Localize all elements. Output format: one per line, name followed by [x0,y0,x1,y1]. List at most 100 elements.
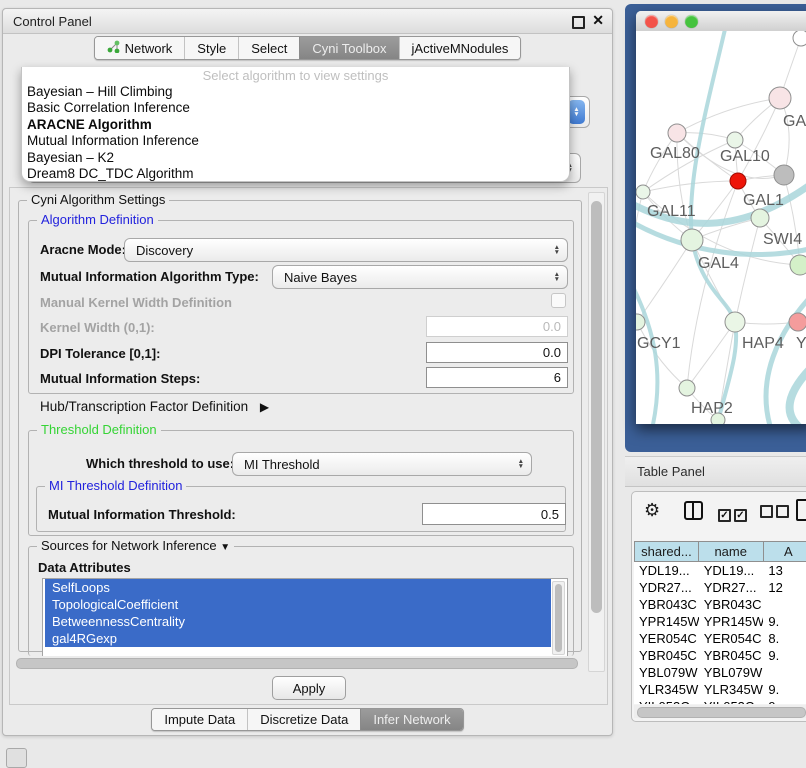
combo-value: Naive Bayes [284,270,357,285]
data-attribute-item[interactable]: TopologicalCoefficient [45,596,551,613]
mi-steps-field[interactable]: 6 [426,367,568,388]
network-node[interactable] [793,31,806,46]
which-threshold-combo[interactable]: MI Threshold ▲▼ [232,452,532,476]
hub-definition-disclosure[interactable]: Hub/Transcription Factor Definition ▶ [40,399,269,414]
tab-select[interactable]: Select [238,37,299,59]
network-node[interactable] [769,87,791,109]
table-column-header[interactable]: shared... [634,541,699,562]
settings-horizontal-scrollbar[interactable] [12,656,586,670]
network-node-label: GCY1 [637,335,681,352]
data-attribute-item[interactable]: SelfLoops [45,579,551,596]
table-cell: 9 [763,698,806,704]
network-node[interactable] [774,165,794,185]
algorithm-option[interactable]: ARACNE Algorithm [22,116,569,133]
edit-table-icon[interactable] [796,499,806,521]
table-cell: YDR27... [634,579,699,596]
algorithm-option[interactable]: Bayesian – K2 [22,149,569,166]
float-window-icon[interactable] [572,16,585,29]
collapsed-panel-button[interactable] [6,748,27,768]
aracne-mode-combo[interactable]: Discovery ▲▼ [124,238,568,262]
algorithm-option[interactable]: Mutual Information Inference [22,133,569,150]
table-row[interactable]: YPR145WYPR145W9. [634,613,806,630]
tab-discretize-data[interactable]: Discretize Data [247,709,360,730]
table-row[interactable]: YER054CYER054C8. [634,630,806,647]
aracne-mode-label: Aracne Mode: [40,242,126,257]
network-node[interactable] [751,209,769,227]
settings-vertical-scrollbar-thumb[interactable] [591,201,602,613]
table-cell: 9. [763,647,806,664]
network-edge-highlighted [790,361,806,424]
column-divider [692,503,694,518]
close-traffic-light[interactable] [645,15,658,28]
table-cell: YDR27... [699,579,764,596]
table-cell [763,596,806,613]
settings-vertical-scrollbar[interactable] [588,192,605,672]
network-node[interactable] [730,173,746,189]
algorithm-option[interactable]: Dream8 DC_TDC Algorithm [22,166,569,183]
minimize-traffic-light[interactable] [665,15,678,28]
network-node[interactable] [668,124,686,142]
table-row[interactable]: YLR345WYLR345W9. [634,681,806,698]
disclosure-right-icon: ▶ [260,400,269,414]
network-edge [637,322,687,388]
algorithm-option[interactable]: Bayesian – Hill Climbing [22,83,569,100]
deselect-all-icon[interactable] [760,505,789,523]
algorithm-dropdown-popup: Select algorithm to view settings Bayesi… [21,67,570,182]
combo-arrows-icon: ▲▼ [554,272,560,282]
network-canvas[interactable]: GALGAL80GAL10GAL11GAL1SWI4GAL4GCY1HAP4YH… [636,31,806,424]
table-row[interactable]: YIL053CYIL053C9 [634,698,806,704]
close-icon[interactable]: ✕ [592,12,604,29]
select-all-icon[interactable]: ✓✓ [718,505,747,523]
table-row[interactable]: YBL079WYBL079W [634,664,806,681]
manual-kernel-width-checkbox[interactable] [551,293,566,308]
disclosure-down-icon: ▼ [220,542,230,553]
network-node[interactable] [681,229,703,251]
algorithm-option[interactable]: Basic Correlation Inference [22,100,569,117]
table-row[interactable]: YDL19...YDL19...13 [634,562,806,579]
table-horizontal-scrollbar[interactable] [634,705,806,718]
mi-algorithm-type-combo[interactable]: Naive Bayes ▲▼ [272,265,568,289]
column-layout-icon[interactable] [684,501,703,520]
table-body: YDL19...YDL19...13YDR27...YDR27...12YBR0… [634,562,806,704]
sources-disclosure[interactable]: Sources for Network Inference ▼ [37,538,234,553]
table-cell: YIL053C [699,698,764,704]
mi-threshold-field[interactable]: 0.5 [422,503,566,525]
gear-icon[interactable]: ⚙ [644,500,660,521]
table-row[interactable]: YDR27...YDR27...12 [634,579,806,596]
table-horizontal-scrollbar-thumb[interactable] [637,707,806,718]
data-attribute-item[interactable]: BetweennessCentrality [45,613,551,630]
apply-button[interactable]: Apply [272,676,346,700]
table-cell: 9. [763,613,806,630]
table-column-header[interactable]: name [699,541,764,562]
kernel-width-field[interactable]: 0.0 [426,316,568,337]
tab-jactivemnodules[interactable]: jActiveMNodules [399,37,521,59]
field-value: 0.5 [541,507,559,522]
tab-infer-network[interactable]: Infer Network [360,709,462,730]
tab-cyni-toolbox[interactable]: Cyni Toolbox [299,37,398,59]
network-node[interactable] [636,185,650,199]
network-edge [637,240,692,322]
group-title: MI Threshold Definition [45,478,186,493]
tab-style[interactable]: Style [184,37,238,59]
combo-arrows-icon: ▲▼ [554,245,560,255]
network-node[interactable] [789,313,806,331]
table-column-header[interactable]: A [764,541,806,562]
table-row[interactable]: YBR045CYBR045C9. [634,647,806,664]
zoom-traffic-light[interactable] [685,15,698,28]
tab-impute-data[interactable]: Impute Data [152,709,247,730]
network-node[interactable] [725,312,745,332]
settings-horizontal-scrollbar-thumb[interactable] [16,658,578,669]
hub-definition-label: Hub/Transcription Factor Definition [40,399,248,414]
tab-network[interactable]: Network [95,37,185,59]
dpi-tolerance-field[interactable]: 0.0 [426,342,568,363]
data-attribute-item[interactable]: gal4RGexp [45,630,551,647]
network-node[interactable] [679,380,695,396]
network-node[interactable] [790,255,806,275]
list-scrollbar-thumb[interactable] [555,584,562,652]
network-node[interactable] [727,132,743,148]
table-row[interactable]: YBR043CYBR043C [634,596,806,613]
screen: Control Panel ✕ Network [0,0,806,762]
table-cell [763,664,806,681]
table-cell: YBR045C [634,647,699,664]
list-scrollbar[interactable] [552,581,565,655]
